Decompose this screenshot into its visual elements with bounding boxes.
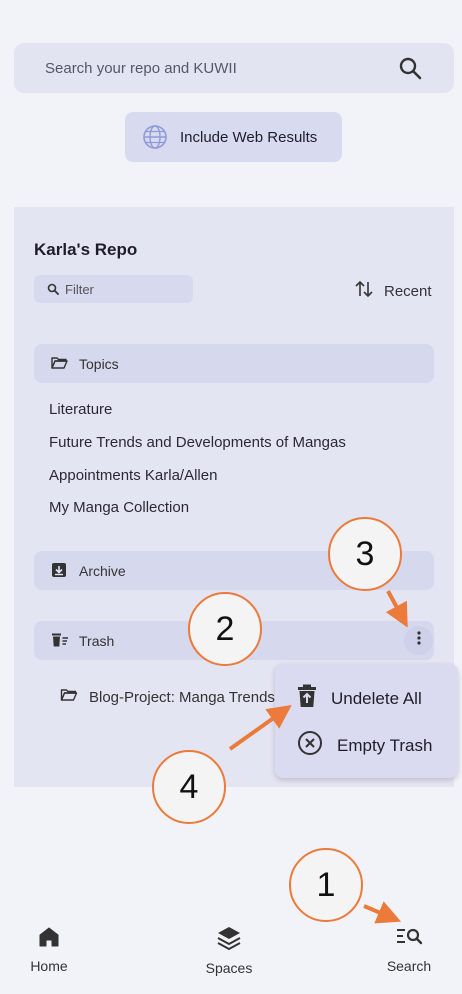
layers-icon (216, 925, 242, 954)
nav-home[interactable]: Home (9, 925, 89, 974)
nav-search-label: Search (386, 958, 432, 974)
annotation-3: 3 (328, 517, 402, 591)
arrow-1 (363, 901, 402, 924)
annotation-arrows (228, 590, 408, 924)
arrow-3 (385, 590, 408, 628)
nav-home-label: Home (30, 958, 68, 974)
home-icon (37, 925, 61, 952)
nav-spaces[interactable]: Spaces (189, 925, 269, 976)
arrow-4 (228, 705, 292, 751)
nav-spaces-label: Spaces (205, 960, 253, 976)
nav-search[interactable]: Search (369, 925, 449, 974)
annotation-4: 4 (152, 750, 226, 824)
annotation-1: 1 (289, 848, 363, 922)
annotation-2: 2 (188, 592, 262, 666)
search-list-icon (395, 925, 423, 952)
